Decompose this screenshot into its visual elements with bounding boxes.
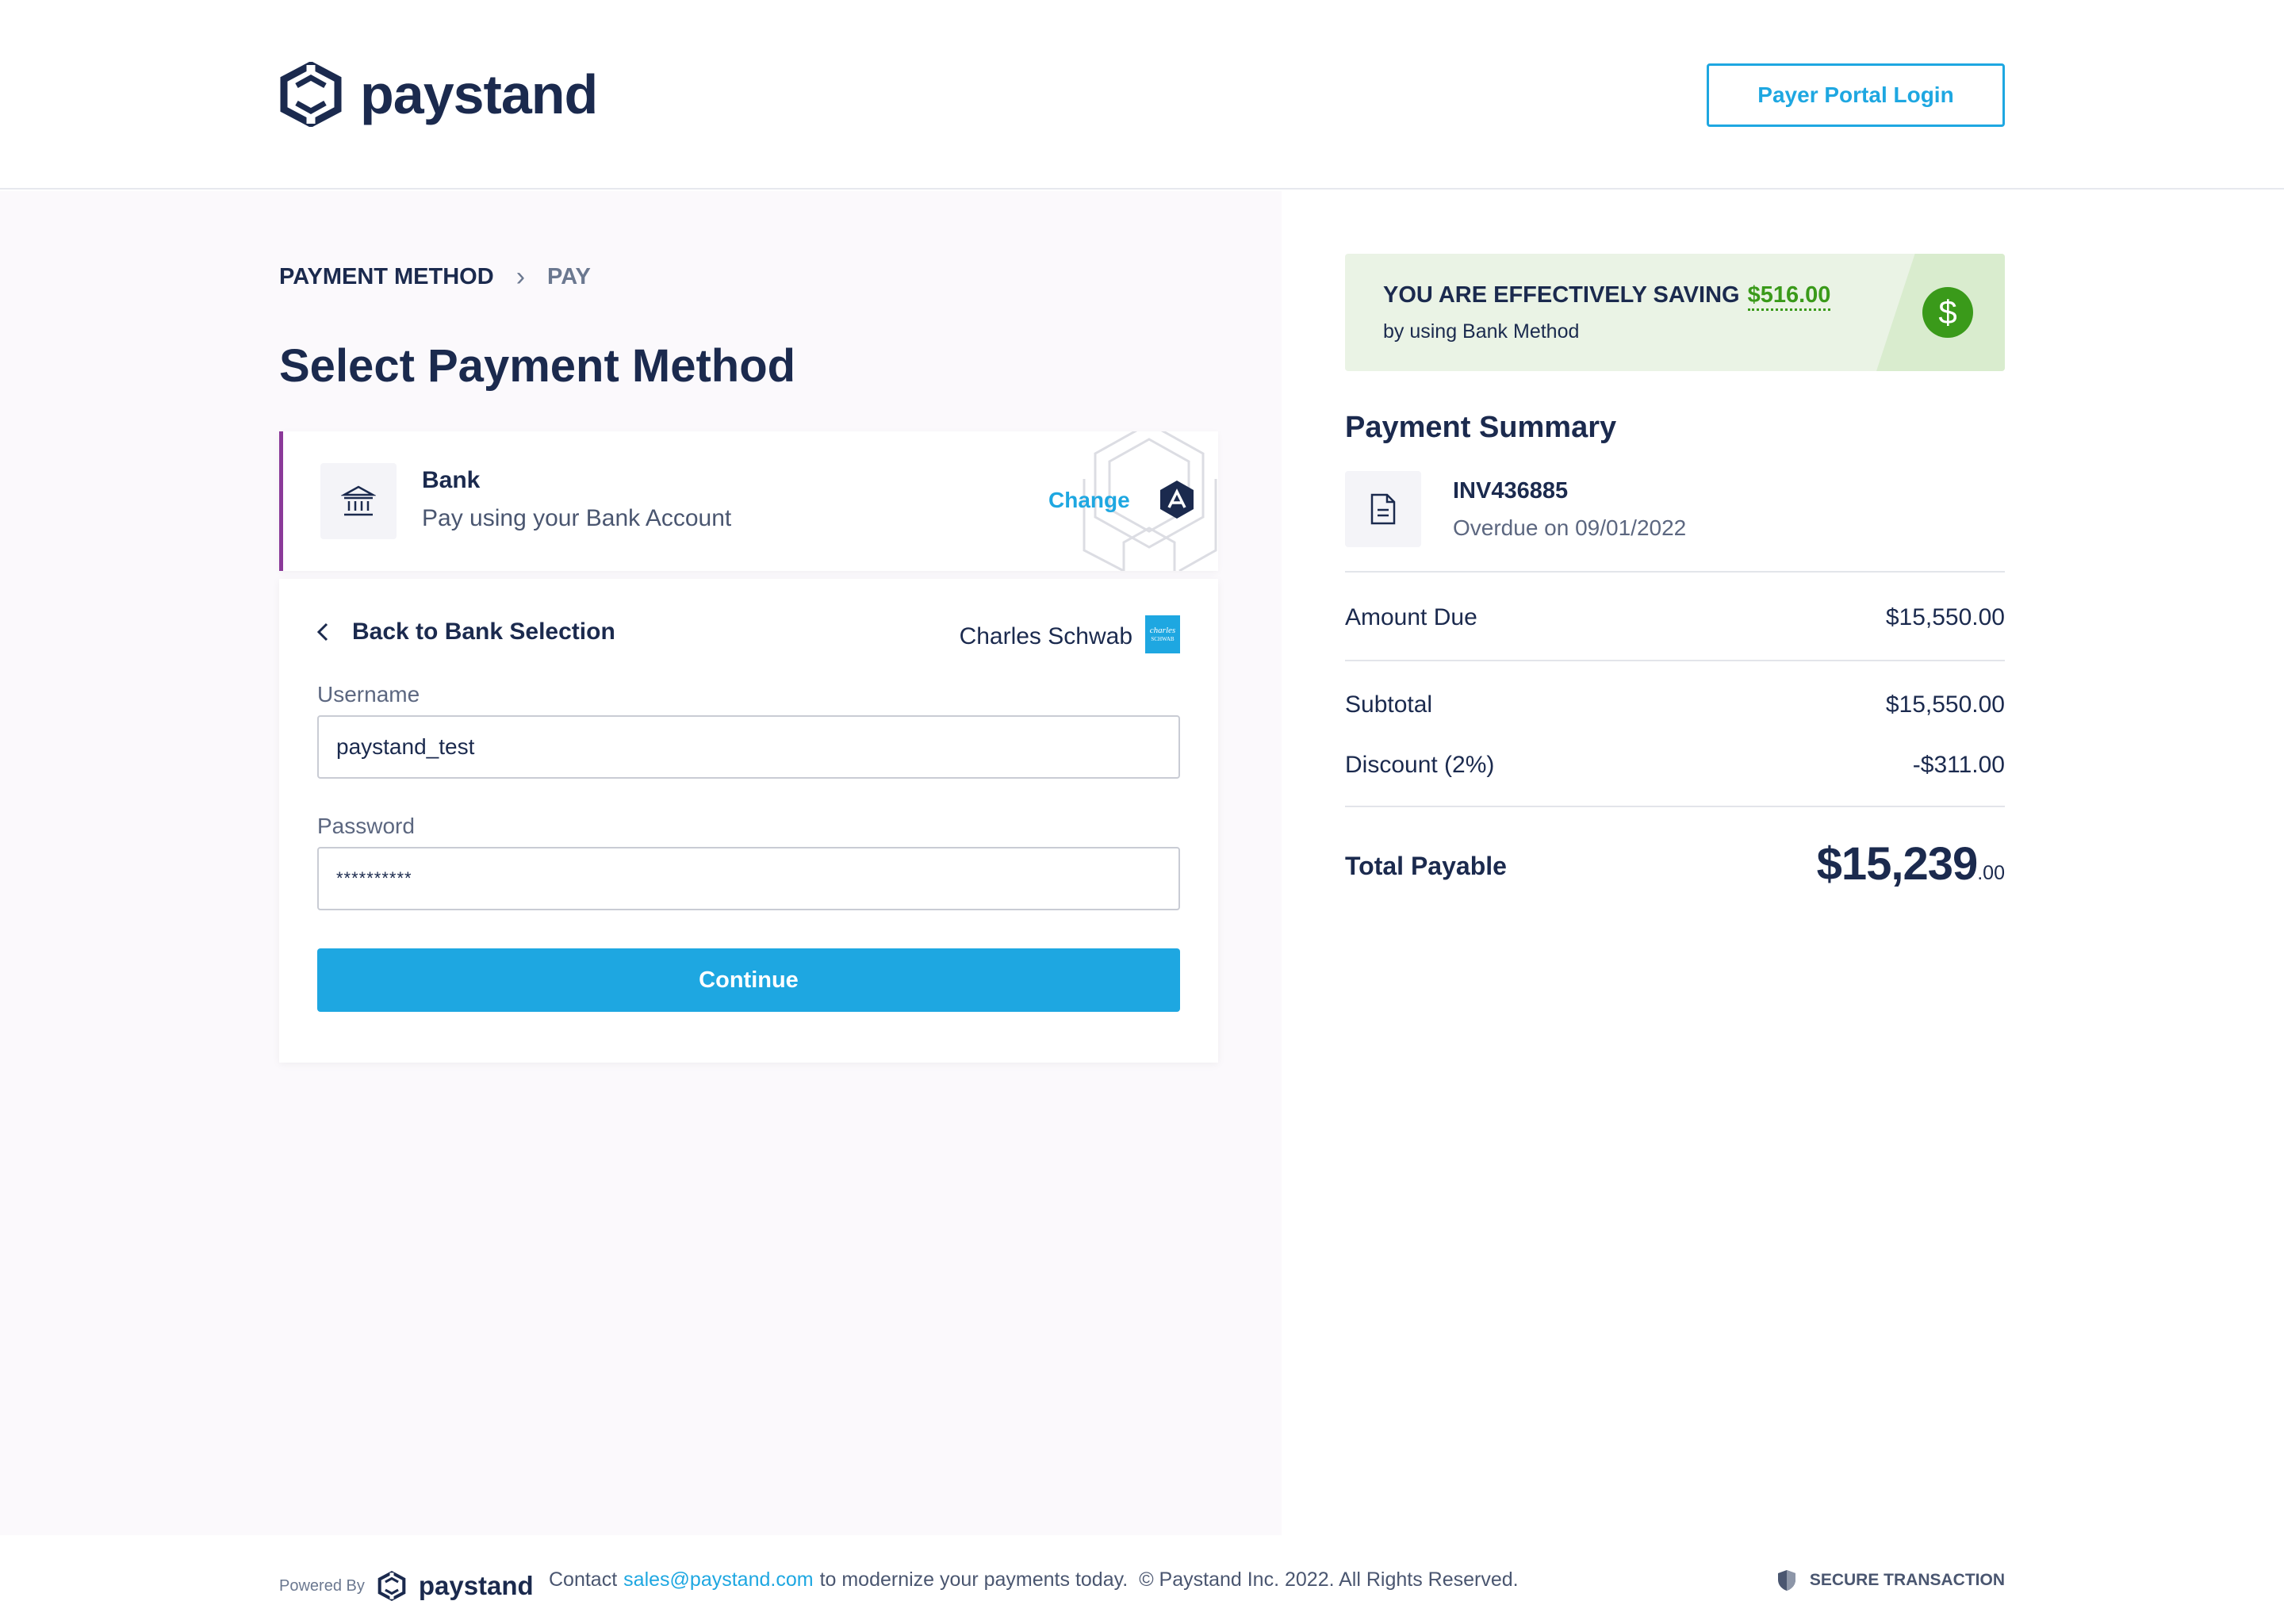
password-label: Password <box>317 814 415 838</box>
breadcrumb-pay: PAY <box>547 264 591 289</box>
method-title: Bank <box>422 467 481 493</box>
bank-login-form: Back to Bank Selection Charles Schwab ch… <box>279 579 1218 1063</box>
subtotal-value: $15,550.00 <box>1885 691 2005 718</box>
sales-email-link[interactable]: sales@paystand.com <box>623 1568 813 1591</box>
method-subtitle: Pay using your Bank Account <box>422 505 732 531</box>
header: paystand Payer Portal Login <box>0 0 2284 190</box>
password-input[interactable]: ********** <box>317 847 1180 910</box>
schwab-logo-line2: SCHWAB <box>1151 636 1175 642</box>
document-icon <box>1345 471 1421 547</box>
subtotal-label: Subtotal <box>1345 691 1433 718</box>
username-label: Username <box>317 682 420 707</box>
continue-button[interactable]: Continue <box>317 948 1180 1012</box>
discount-label: Discount (2%) <box>1345 752 1495 778</box>
savings-prefix: YOU ARE EFFECTIVELY SAVING <box>1383 282 1740 308</box>
selected-bank-name: Charles Schwab <box>959 623 1132 649</box>
divider <box>1345 660 2005 661</box>
bank-icon <box>320 463 397 539</box>
shield-icon <box>1777 1570 1795 1591</box>
breadcrumb: PAYMENT METHOD › PAY <box>279 262 591 293</box>
amount-due-value: $15,550.00 <box>1885 604 2005 630</box>
back-to-bank-selection-button[interactable]: Back to Bank Selection <box>316 619 615 645</box>
total-main: $15,239 <box>1816 838 1979 890</box>
savings-amount[interactable]: $516.00 <box>1747 282 1831 311</box>
powered-by: Powered By paystand <box>279 1571 534 1601</box>
divider <box>1345 571 2005 573</box>
savings-subtitle: by using Bank Method <box>1383 320 1580 343</box>
schwab-logo-line1: charles <box>1149 626 1176 635</box>
dollar-icon: $ <box>1922 287 1973 338</box>
paystand-logo-icon <box>280 62 342 127</box>
secure-transaction: SECURE TRANSACTION <box>1776 1568 2005 1592</box>
contact-prefix: Contact <box>549 1568 618 1591</box>
chevron-right-icon: › <box>515 262 526 292</box>
footer: Powered By paystand Contact sales@paysta… <box>0 1535 2284 1624</box>
chevron-left-icon <box>316 622 328 642</box>
total-cents: .00 <box>1977 862 2005 884</box>
invoice-number: INV436885 <box>1453 478 1569 504</box>
back-label: Back to Bank Selection <box>352 619 615 645</box>
divider <box>1345 806 2005 807</box>
secure-label: SECURE TRANSACTION <box>1809 1571 2005 1589</box>
charles-schwab-logo: charles SCHWAB <box>1145 615 1180 653</box>
page-title: Select Payment Method <box>279 340 796 392</box>
username-input[interactable]: paystand_test <box>317 715 1180 779</box>
contact-suffix: to modernize your payments today. <box>819 1568 1129 1591</box>
total-payable-label: Total Payable <box>1345 852 1507 880</box>
bank-method-card[interactable]: Bank Pay using your Bank Account Change <box>279 431 1218 571</box>
amount-due-label: Amount Due <box>1345 604 1477 630</box>
paystand-logo-icon <box>377 1571 406 1601</box>
savings-title: YOU ARE EFFECTIVELY SAVING $516.00 <box>1383 282 1831 311</box>
invoice-due-date: Overdue on 09/01/2022 <box>1453 515 1687 540</box>
change-link[interactable]: Change <box>1048 488 1130 513</box>
bank-badge-icon <box>1160 481 1194 519</box>
payment-summary-title: Payment Summary <box>1345 411 1617 444</box>
logo-text: paystand <box>360 63 598 125</box>
discount-value: -$311.00 <box>1912 752 2005 778</box>
powered-by-label: Powered By <box>279 1576 365 1595</box>
footer-contact: Contact sales@paystand.com to modernize … <box>549 1568 1519 1591</box>
paystand-logo[interactable]: paystand <box>279 62 598 127</box>
footer-logo-text: paystand <box>418 1571 534 1600</box>
savings-banner: YOU ARE EFFECTIVELY SAVING $516.00 by us… <box>1345 254 2005 371</box>
total-payable-value: $15,239 .00 <box>1817 837 2005 891</box>
breadcrumb-payment-method[interactable]: PAYMENT METHOD <box>279 264 494 290</box>
payer-portal-login-button[interactable]: Payer Portal Login <box>1707 63 2005 127</box>
copyright: © Paystand Inc. 2022. All Rights Reserve… <box>1139 1568 1519 1591</box>
